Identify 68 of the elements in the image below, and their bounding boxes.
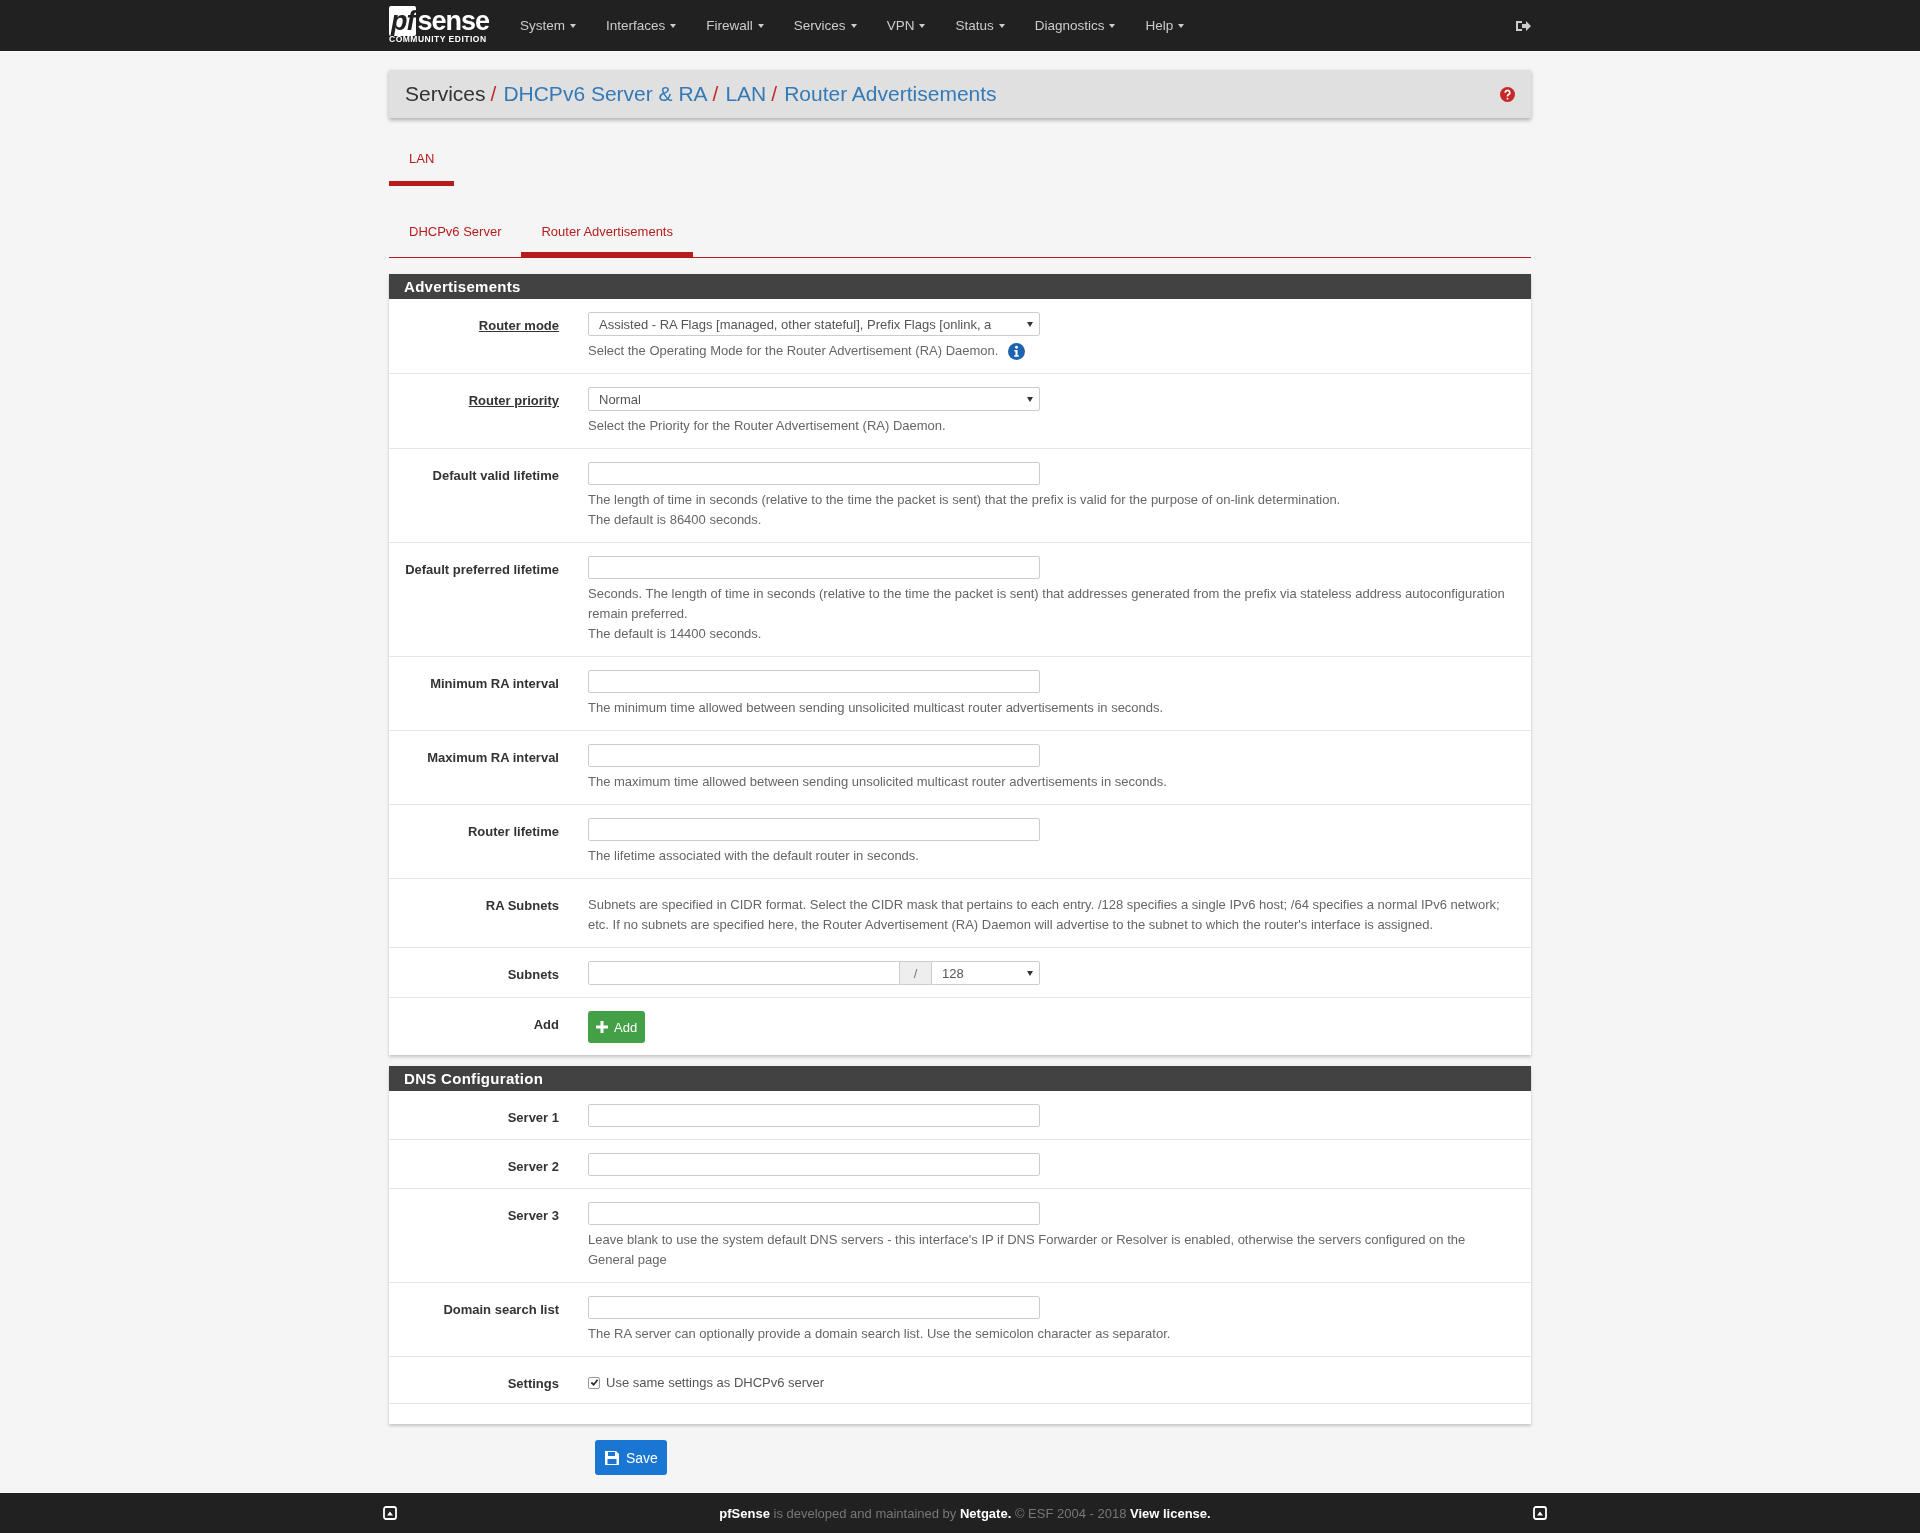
select-field[interactable]: Assisted - RA Flags [managed, other stateful], Prefix Flags [onlink, a <box>588 312 1040 336</box>
input-field[interactable] <box>588 818 1040 841</box>
select-field[interactable]: Normal <box>588 387 1040 411</box>
help-text: The minimum time allowed between sending unsolicited multicast router advertisements in seconds. <box>588 699 1164 717</box>
input-field[interactable] <box>588 1104 1040 1127</box>
field-label: Server 2 <box>506 1158 559 1176</box>
nav-menu[interactable]: Interfaces <box>591 18 692 33</box>
section-title: DNS Configuration <box>389 1066 1531 1091</box>
breadcrumb-text: Services <box>405 82 486 106</box>
field-label: Default valid lifetime <box>431 467 559 485</box>
input-field[interactable] <box>588 1153 1040 1176</box>
help-text: The default is 14400 seconds. <box>588 625 762 643</box>
scroll-up-icon <box>383 1506 397 1520</box>
input-field[interactable] <box>588 961 900 985</box>
field-label-link[interactable]: Router priority <box>389 387 559 436</box>
field-label: Server 3 <box>506 1207 559 1225</box>
nav-menu[interactable]: Diagnostics <box>1019 18 1131 33</box>
checkbox[interactable] <box>588 1376 600 1389</box>
field-label: Minimum RA interval <box>429 675 559 693</box>
nav-menu[interactable]: Help <box>1130 18 1200 33</box>
help-text: The default is 86400 seconds. <box>588 511 762 529</box>
breadcrumb-separator: / <box>712 82 719 106</box>
breadcrumb-separator: / <box>771 82 778 106</box>
help-text: Leave blank to use the system default DNS servers - this interface's IP if DNS Forwarder or Resolver is enabled, otherwise the servers configured on the General page <box>588 1231 1467 1269</box>
tab[interactable]: Router Advertisements <box>521 216 693 257</box>
nav-menu[interactable]: Firewall <box>691 18 779 33</box>
field-label: Default preferred lifetime <box>404 561 559 579</box>
help-text: The RA server can optionally provide a domain search list. Use the semicolon character as separator. <box>588 1325 1171 1343</box>
field-label-link[interactable]: Router mode <box>389 312 559 361</box>
tab[interactable]: LAN <box>389 145 455 186</box>
field-label: Server 1 <box>506 1109 559 1127</box>
field-label: Maximum RA interval <box>426 749 559 767</box>
help-text: The maximum time allowed between sending unsolicited multicast router advertisements in seconds. <box>588 773 1167 791</box>
nav-menu[interactable]: System <box>505 18 592 33</box>
input-field[interactable] <box>588 462 1040 485</box>
save-button[interactable]: Save <box>595 1440 667 1475</box>
scroll-up-icon <box>1533 1506 1547 1520</box>
input-field[interactable] <box>588 556 1040 579</box>
tab[interactable]: DHCPv6 Server <box>389 216 522 257</box>
select-field[interactable]: 128 <box>931 961 1040 985</box>
field-label: Add <box>532 1016 559 1034</box>
nav-menu[interactable]: VPN <box>871 18 941 33</box>
field-label: Subnets <box>506 966 559 984</box>
help-text: The length of time in seconds (relative to the time the packet is sent) that the prefix is valid for the purpose of on-link determination. <box>588 491 1341 509</box>
field-label: Settings <box>506 1375 559 1391</box>
input-field[interactable] <box>588 670 1040 693</box>
breadcrumb-separator: / <box>490 82 497 106</box>
field-label: Router lifetime <box>467 823 559 841</box>
help-text: The lifetime associated with the default router in seconds. <box>588 847 919 865</box>
footer-text: pfSense is developed and maintained by Netgate. © ESF 2004 - 2018 View license. <box>719 1505 1211 1521</box>
help-text: Subnets are specified in CIDR format. Select the CIDR mask that pertains to each entry. /128 specifies a single IPv6 host; /64 specifies a normal IPv6 network; etc. If no subnets are specified here, the Router Advertisement (RA) Daemon will advertise to the subnet to which the router's interface is assigned. <box>588 896 1501 934</box>
section-title: Advertisements <box>389 274 1531 299</box>
checkbox-label: Use same settings as DHCPv6 server <box>606 1375 825 1390</box>
separator-addon: / <box>900 961 931 985</box>
input-field[interactable] <box>588 1296 1040 1319</box>
logout-icon[interactable] <box>1515 18 1531 33</box>
help-text: Select the Priority for the Router Advertisement (RA) Daemon. <box>588 417 946 435</box>
help-icon[interactable] <box>1500 86 1515 102</box>
help-text: Select the Operating Mode for the Router Advertisement (RA) Daemon. <box>588 342 999 360</box>
field-label: Domain search list <box>442 1301 559 1319</box>
nav-menu[interactable]: Services <box>778 18 872 33</box>
plus-icon <box>596 1021 608 1033</box>
logo[interactable]: pfsense COMMUNITY EDITION <box>389 7 490 44</box>
input-field[interactable] <box>588 744 1040 767</box>
help-text: Seconds. The length of time in seconds (relative to the time the packet is sent) that addresses generated from the prefix via stateless address autoconfiguration remain preferred. <box>588 585 1506 623</box>
input-field[interactable] <box>588 1202 1040 1225</box>
nav-menu[interactable]: Status <box>940 18 1020 33</box>
field-label: RA Subnets <box>484 897 559 915</box>
